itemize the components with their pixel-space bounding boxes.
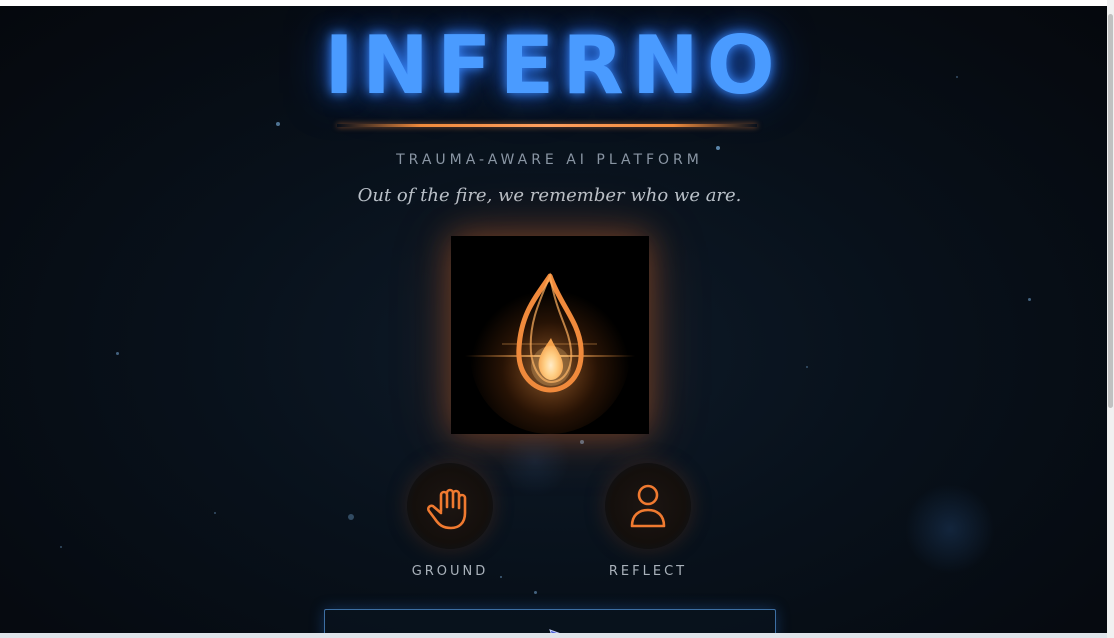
hand-icon (427, 488, 467, 530)
flame-emblem (451, 236, 649, 434)
background-star (348, 514, 354, 520)
app-subtitle: TRAUMA-AWARE AI PLATFORM (396, 152, 703, 168)
title-underline (337, 124, 757, 127)
background-glow (500, 426, 570, 496)
background-glow (905, 484, 995, 574)
flame-icon (465, 272, 635, 434)
bottom-edge (0, 633, 1107, 638)
background-star (1028, 298, 1031, 301)
background-star (214, 512, 216, 514)
app-viewport: INFERNO TRAUMA-AWARE AI PLATFORM Out of … (0, 6, 1107, 633)
ground-button[interactable] (407, 463, 493, 549)
ground-label: GROUND (411, 564, 489, 579)
reflect-button[interactable] (605, 463, 691, 549)
background-star (580, 440, 584, 444)
app-title: INFERNO (324, 19, 783, 112)
app-tagline: Out of the fire, we remember who we are. (357, 185, 742, 206)
background-star (806, 366, 808, 368)
background-star (276, 122, 280, 126)
reflect-label: REFLECT (608, 564, 688, 579)
scrollbar-thumb[interactable] (1108, 14, 1113, 408)
person-icon (630, 484, 666, 528)
background-star (534, 591, 537, 594)
background-star (60, 546, 62, 548)
background-star (116, 352, 119, 355)
background-star (716, 146, 720, 150)
